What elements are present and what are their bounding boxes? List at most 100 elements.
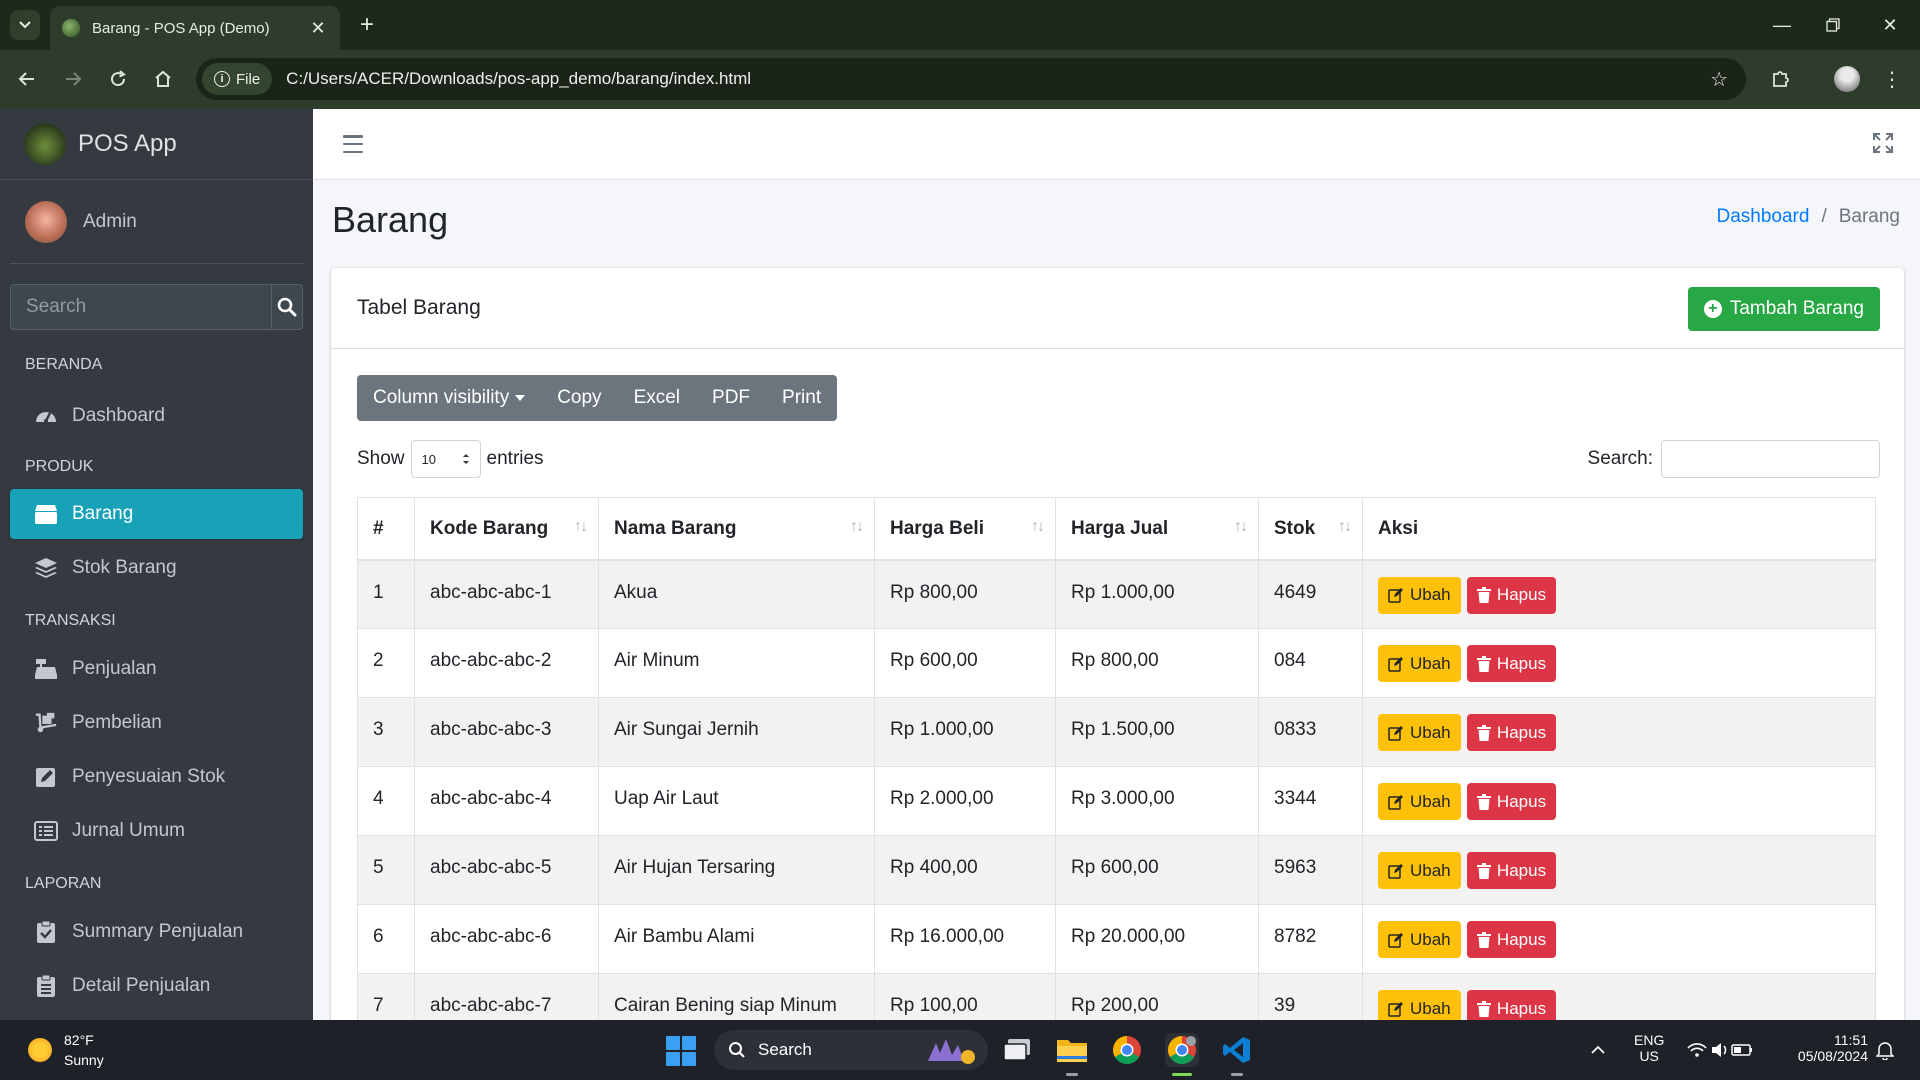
bookmark-star-icon[interactable]: ☆ — [1710, 67, 1728, 92]
back-button[interactable] — [12, 64, 42, 94]
sidebar-search-button[interactable] — [271, 284, 303, 330]
delete-button-label: Hapus — [1496, 722, 1547, 742]
sidebar-item-penjualan[interactable]: Penjualan — [10, 644, 303, 694]
edit-button-label: Ubah — [1410, 929, 1451, 949]
column-header-kode-barang[interactable]: Kode Barang ↑↓ — [414, 497, 599, 561]
profile-avatar[interactable] — [1834, 66, 1860, 92]
brand-link[interactable]: POS App — [0, 109, 313, 180]
show-hidden-icons[interactable] — [1590, 1042, 1606, 1060]
browser-tab-active[interactable]: Barang - POS App (Demo) ✕ — [50, 6, 340, 50]
taskbar-search[interactable]: Search — [714, 1030, 988, 1070]
sidebar-item-penyesuaian-stok[interactable]: Penyesuaian Stok — [10, 752, 303, 802]
home-icon — [155, 70, 171, 87]
search-icon — [729, 1042, 745, 1058]
edit-button-label: Ubah — [1410, 653, 1451, 673]
site-info-chip[interactable]: i File — [202, 63, 273, 95]
column-visibility-button[interactable]: Column visibility — [357, 375, 541, 421]
user-panel[interactable]: Admin — [10, 180, 303, 264]
edit-button[interactable]: Ubah — [1378, 783, 1461, 820]
brand-text: POS App — [78, 130, 177, 157]
notification-bell-icon[interactable] — [1875, 1040, 1895, 1063]
battery-icon — [1731, 1044, 1752, 1056]
delete-button[interactable]: Hapus — [1466, 783, 1557, 820]
expand-icon[interactable] — [1872, 132, 1896, 156]
cell-harga-beli: Rp 600,00 — [874, 628, 1056, 698]
delete-button[interactable]: Hapus — [1466, 576, 1557, 614]
chevron-down-icon — [19, 21, 31, 29]
extensions-icon[interactable] — [1766, 64, 1796, 94]
weather-temperature[interactable]: 82°F — [64, 1032, 94, 1048]
edit-button-label: Ubah — [1410, 722, 1451, 742]
language-indicator[interactable]: ENG US — [1634, 1032, 1664, 1064]
sidebar-item-summary-penjualan[interactable]: Summary Penjualan — [10, 907, 303, 957]
task-view-icon[interactable] — [1000, 1033, 1034, 1067]
nav-header-laporan: LAPORAN — [25, 875, 102, 892]
delete-button[interactable]: Hapus — [1466, 921, 1557, 958]
pdf-button[interactable]: PDF — [696, 375, 766, 421]
column-header-harga-beli[interactable]: Harga Beli ↑↓ — [874, 497, 1056, 561]
edit-button[interactable]: Ubah — [1378, 576, 1461, 614]
edit-button[interactable]: Ubah — [1378, 714, 1461, 751]
sidebar-item-stok-barang[interactable]: Stok Barang — [10, 543, 303, 593]
home-button[interactable] — [148, 64, 178, 94]
forward-button[interactable] — [58, 64, 88, 94]
sidebar-item-dashboard[interactable]: Dashboard — [10, 391, 303, 441]
browser-menu-icon[interactable]: ⋮ — [1880, 64, 1904, 94]
delete-button[interactable]: Hapus — [1466, 714, 1557, 751]
url-text[interactable]: C:/Users/ACER/Downloads/pos-app_demo/bar… — [286, 69, 1710, 89]
sidebar-search-input[interactable] — [10, 284, 271, 330]
sun-icon[interactable] — [28, 1038, 52, 1062]
print-button[interactable]: Print — [766, 375, 837, 421]
cell-nama-barang: Air Bambu Alami — [598, 904, 875, 974]
sidebar-item-barang[interactable]: Barang — [10, 489, 303, 539]
table-search-input[interactable] — [1661, 440, 1880, 478]
add-barang-button[interactable]: + Tambah Barang — [1687, 287, 1880, 331]
table-search: Search: — [1588, 440, 1880, 478]
cell-harga-jual: Rp 800,00 — [1055, 628, 1259, 698]
system-tray-icons[interactable] — [1686, 1040, 1754, 1063]
sort-icon: ↑↓ — [1031, 518, 1045, 535]
column-header-harga-jual[interactable]: Harga Jual ↑↓ — [1055, 497, 1259, 561]
close-tab-icon[interactable]: ✕ — [308, 18, 328, 39]
info-icon: i — [214, 71, 230, 87]
cell-kode-barang: abc-abc-abc-5 — [414, 835, 599, 905]
tab-search-button[interactable] — [10, 10, 40, 40]
minimize-button[interactable]: — — [1762, 10, 1802, 40]
sidebar-item-pembelian[interactable]: Pembelian — [10, 698, 303, 748]
column-header-nama-barang[interactable]: Nama Barang ↑↓ — [598, 497, 875, 561]
excel-button[interactable]: Excel — [618, 375, 696, 421]
menu-toggle-icon[interactable] — [341, 132, 365, 156]
entries-select-value: 10 — [421, 451, 436, 467]
user-name[interactable]: Admin — [83, 211, 137, 233]
copy-button[interactable]: Copy — [541, 375, 617, 421]
new-tab-button[interactable]: + — [352, 10, 382, 40]
delete-button[interactable]: Hapus — [1466, 645, 1557, 682]
edit-button[interactable]: Ubah — [1378, 645, 1461, 682]
restore-button[interactable] — [1813, 10, 1853, 40]
delete-button[interactable]: Hapus — [1466, 852, 1557, 889]
table-row: 3 abc-abc-abc-3 Air Sungai Jernih Rp 1.000,… — [357, 697, 1876, 767]
url-bar[interactable]: i File C:/Users/ACER/Downloads/pos-app_d… — [196, 58, 1746, 100]
edit-button[interactable]: Ubah — [1378, 852, 1461, 889]
breadcrumb-dashboard-link[interactable]: Dashboard — [1716, 206, 1809, 228]
chrome-profile-icon[interactable] — [1165, 1033, 1199, 1067]
reload-button[interactable] — [103, 64, 133, 94]
chrome-icon[interactable] — [1110, 1033, 1144, 1067]
column-header-number[interactable]: # — [357, 497, 415, 561]
edit-icon — [34, 765, 58, 789]
column-header-stok[interactable]: Stok ↑↓ — [1258, 497, 1363, 561]
cell-number: 2 — [357, 628, 415, 698]
windows-start-icon[interactable] — [666, 1036, 696, 1066]
edit-button-label: Ubah — [1410, 791, 1451, 811]
clock[interactable]: 11:51 05/08/2024 — [1788, 1032, 1868, 1064]
vscode-icon[interactable] — [1220, 1033, 1254, 1067]
sidebar-item-label: Penyesuaian Stok — [72, 766, 226, 787]
file-explorer-icon[interactable] — [1055, 1033, 1089, 1067]
sidebar-item-jurnal-umum[interactable]: Jurnal Umum — [10, 806, 303, 856]
entries-select[interactable]: 10 — [410, 440, 481, 478]
sidebar-item-detail-penjualan[interactable]: Detail Penjualan — [10, 961, 303, 1011]
weather-description[interactable]: Sunny — [64, 1052, 104, 1068]
edit-button[interactable]: Ubah — [1378, 921, 1461, 958]
close-window-button[interactable]: ✕ — [1870, 10, 1910, 40]
table-row: 2 abc-abc-abc-2 Air Minum Rp 600,00 Rp 800,0… — [357, 628, 1876, 698]
